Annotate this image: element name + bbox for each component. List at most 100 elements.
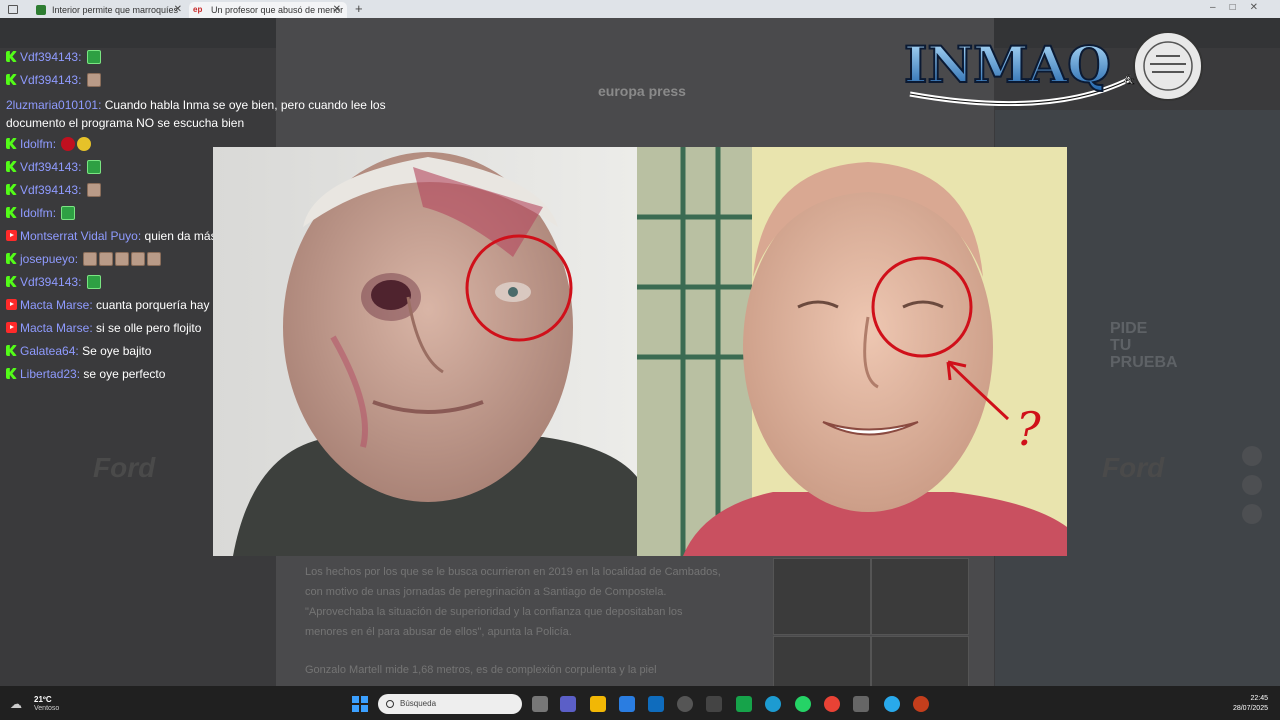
svg-text:&: & [1124, 73, 1135, 87]
system-clock[interactable]: 22:45 28/07/2025 [1233, 694, 1268, 714]
chat-username[interactable]: Vdf394143 [20, 73, 78, 87]
kick-icon [6, 138, 17, 149]
weather-description: Ventoso [34, 705, 60, 712]
chat-message: Idolfm: [6, 206, 76, 220]
green-emote-icon [61, 206, 76, 220]
face-emote-icon [115, 252, 130, 266]
green-emote-icon [86, 50, 101, 64]
tab-label: Interior permite que marroquíes [52, 5, 179, 15]
chrome-icon[interactable] [824, 696, 840, 712]
site-name: europa press [598, 83, 686, 99]
chat-separator: : [78, 183, 85, 197]
chat-username[interactable]: Vdf394143 [20, 160, 78, 174]
telegram-icon[interactable] [884, 696, 900, 712]
task-view-icon[interactable] [532, 696, 548, 712]
logo-text: INMAQ [904, 35, 1111, 94]
powerpoint-icon[interactable] [913, 696, 929, 712]
red-emote-icon [61, 137, 76, 151]
youtube-icon [6, 230, 17, 241]
tab-europapress[interactable]: ep Un profesor que abusó de menor ✕ [189, 2, 347, 18]
chat-username[interactable]: Macta Marse [20, 298, 89, 312]
whatsapp-icon[interactable] [795, 696, 811, 712]
close-tab-icon[interactable]: ✕ [333, 2, 341, 18]
chat-username[interactable]: Vdf394143 [20, 275, 78, 289]
chat-separator: : [78, 50, 85, 64]
ford-logo: Ford [1102, 452, 1165, 483]
chat-message: Macta Marse: si se olle pero flojito [6, 321, 201, 335]
kick-icon [6, 345, 17, 356]
youtube-icon [6, 299, 17, 310]
clock-time: 22:45 [1250, 695, 1268, 702]
comparison-photo: ? [213, 147, 1067, 556]
chat-username[interactable]: Vdf394143 [20, 183, 78, 197]
chat-separator: : [78, 73, 85, 87]
face-emote-icon [83, 252, 98, 266]
chat-username[interactable]: 2luzmaria010101 [6, 98, 98, 112]
chat-message: Vdf394143: [6, 50, 101, 64]
side-button[interactable] [1242, 475, 1262, 495]
face-emote-icon [147, 252, 162, 266]
thumbnail-image[interactable] [773, 558, 871, 635]
chat-username[interactable]: Vdf394143 [20, 50, 78, 64]
chat-username[interactable]: Libertad23 [20, 367, 77, 381]
face-emote-icon [99, 252, 114, 266]
side-button[interactable] [1242, 504, 1262, 524]
browser-icon[interactable] [677, 696, 693, 712]
file-explorer-icon[interactable] [590, 696, 606, 712]
kick-icon [6, 184, 17, 195]
chat-text: se oye perfecto [83, 367, 166, 381]
face-emote-icon [86, 73, 101, 87]
thumbnail-image[interactable] [773, 636, 871, 688]
outlook-icon[interactable] [648, 696, 664, 712]
thumbnail-image[interactable] [871, 636, 969, 688]
app-icon[interactable] [706, 696, 722, 712]
shield-icon[interactable] [853, 696, 869, 712]
chat-message: Vdf394143: [6, 183, 101, 197]
teams-icon[interactable] [560, 696, 576, 712]
tab-overview-icon[interactable] [8, 5, 18, 14]
window-controls[interactable]: –□✕ [1210, 2, 1272, 13]
chat-message: 2luzmaria010101: Cuando habla Inma se oy… [6, 96, 426, 132]
tab-interior[interactable]: Interior permite que marroquíes ✕ [30, 2, 188, 18]
chat-message: Vdf394143: [6, 160, 101, 174]
inmaq-logo: INMAQ & [903, 31, 1203, 106]
kick-icon [6, 276, 17, 287]
face-emote-icon [86, 183, 101, 197]
green-app-icon[interactable] [736, 696, 752, 712]
youtube-icon [6, 322, 17, 333]
kick-icon [6, 207, 17, 218]
search-placeholder: Búsqueda [400, 699, 437, 708]
chat-text: Se oye bajito [82, 344, 152, 358]
kick-icon [6, 368, 17, 379]
chat-separator: : [52, 206, 60, 220]
chat-separator: : [52, 137, 60, 151]
chat-message: Vdf394143: [6, 275, 101, 289]
taskbar-search-box[interactable]: Búsqueda [378, 694, 522, 714]
chat-message: Vdf394143: [6, 73, 101, 87]
chat-separator: : [78, 275, 85, 289]
close-tab-icon[interactable]: ✕ [174, 2, 182, 18]
green-emote-icon [86, 275, 101, 289]
start-button-icon[interactable] [352, 696, 368, 712]
new-tab-button[interactable]: + [355, 1, 363, 16]
europapress-favicon-icon: ep [193, 5, 203, 14]
chat-username[interactable]: Galatea64 [20, 344, 75, 358]
kick-icon [6, 51, 17, 62]
kick-icon [6, 253, 17, 264]
chat-separator: : [74, 252, 82, 266]
thumbnail-image[interactable] [871, 558, 969, 635]
kick-icon [6, 161, 17, 172]
chat-username[interactable]: Idolfm [20, 137, 53, 151]
yellow-emote-icon [77, 137, 92, 151]
side-button[interactable] [1242, 446, 1262, 466]
chat-username[interactable]: Idolfm [20, 206, 53, 220]
chat-username[interactable]: Montserrat Vidal Puyo [20, 229, 138, 243]
site-favicon-icon [36, 5, 46, 15]
edge-icon[interactable] [765, 696, 781, 712]
store-icon[interactable] [619, 696, 635, 712]
chat-username[interactable]: josepueyo [20, 252, 75, 266]
green-emote-icon [86, 160, 101, 174]
weather-icon: ☁ [10, 697, 22, 711]
chat-message: Galatea64: Se oye bajito [6, 344, 151, 358]
chat-username[interactable]: Macta Marse [20, 321, 89, 335]
